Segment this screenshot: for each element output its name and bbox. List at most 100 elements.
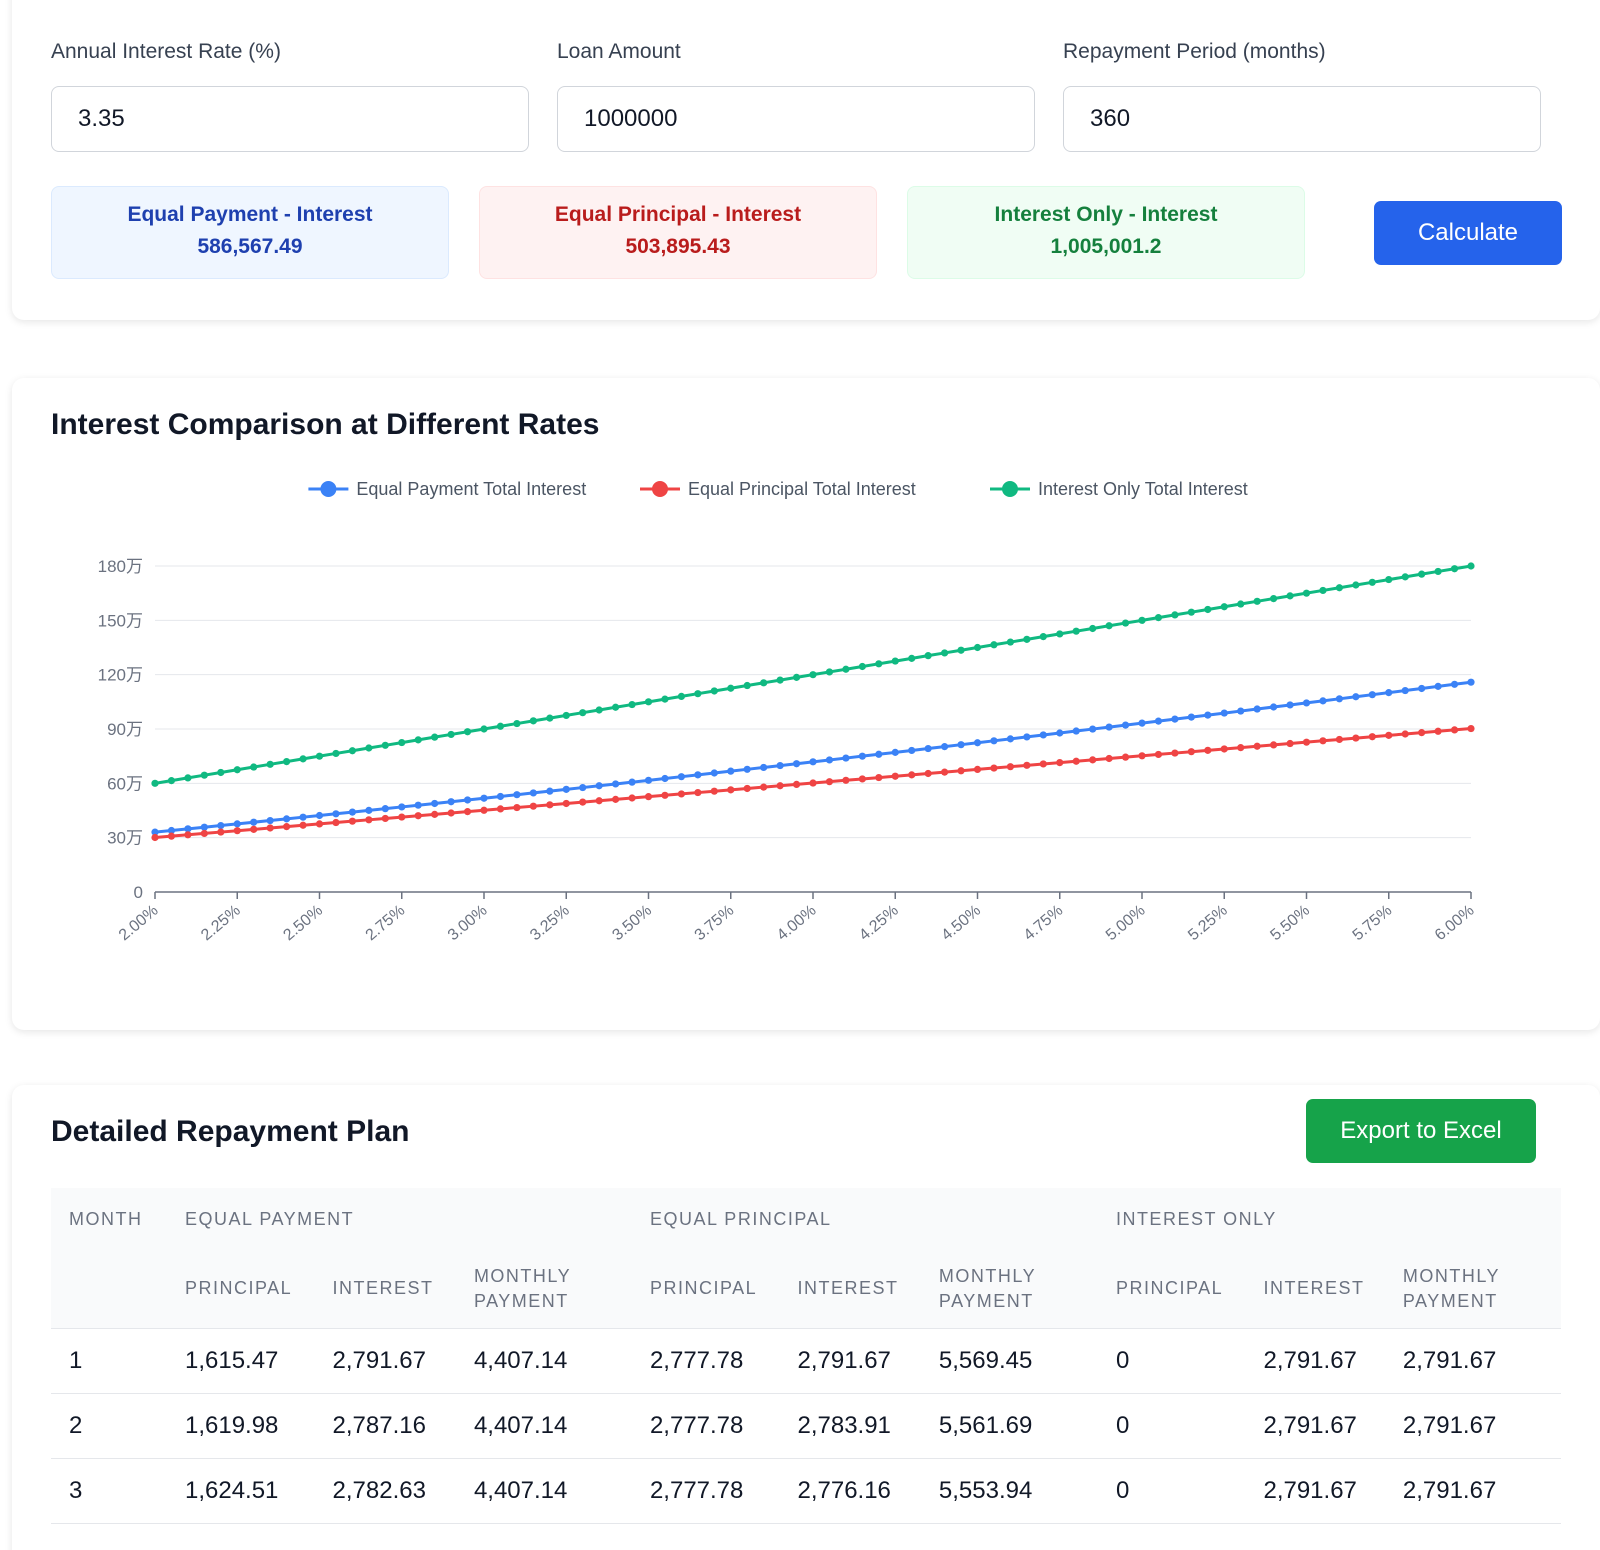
header-epr-interest: Interest <box>779 1250 921 1328</box>
x-tick-label: 5.75% <box>1350 902 1396 944</box>
series-point-1 <box>776 782 784 790</box>
header-io-principal: Principal <box>1097 1250 1246 1328</box>
series-point-2 <box>1270 595 1278 603</box>
table-cell: 1,615.47 <box>166 1327 315 1393</box>
x-tick-label: 3.00% <box>445 902 491 944</box>
series-point-1 <box>1434 727 1442 735</box>
rate-input[interactable]: 3.35 <box>51 86 529 152</box>
y-tick-label: 60万 <box>107 774 143 793</box>
series-point-2 <box>1154 614 1163 622</box>
series-point-1 <box>480 806 488 814</box>
series-point-0 <box>760 763 768 772</box>
series-point-0 <box>1302 699 1311 707</box>
series-point-2 <box>1302 589 1311 597</box>
series-point-1 <box>1335 735 1343 744</box>
series-point-2 <box>250 763 258 771</box>
series-point-2 <box>743 681 751 690</box>
series-point-0 <box>973 739 982 747</box>
interest-only-result-value: 1,005,001.2 <box>1050 235 1162 258</box>
series-point-1 <box>1023 761 1031 769</box>
table-cell: 3 <box>51 1457 167 1524</box>
series-point-0 <box>579 783 587 792</box>
series-point-0 <box>463 796 472 804</box>
series-point-0 <box>1089 725 1097 733</box>
series-point-0 <box>875 750 883 758</box>
period-input[interactable]: 360 <box>1063 86 1541 152</box>
series-point-0 <box>1418 684 1426 693</box>
series-point-2 <box>858 662 866 671</box>
series-point-1 <box>529 802 537 810</box>
table-cell: 2,791.67 <box>314 1327 456 1393</box>
amount-input[interactable]: 1000000 <box>557 86 1035 152</box>
series-point-2 <box>151 779 159 787</box>
x-tick-label: 5.50% <box>1267 902 1313 944</box>
table-cell: 4,407.14 <box>455 1392 632 1458</box>
x-tick-label: 2.50% <box>280 902 326 944</box>
series-point-2 <box>365 744 373 752</box>
series-point-0 <box>1319 697 1327 705</box>
series-point-1 <box>414 812 422 820</box>
series-point-0 <box>1385 689 1393 697</box>
calculate-button[interactable]: Calculate <box>1374 201 1562 265</box>
series-point-1 <box>496 805 505 813</box>
series-point-2 <box>677 692 686 700</box>
header-equal-payment: Equal Payment <box>166 1188 632 1250</box>
series-point-1 <box>875 773 883 782</box>
series-point-1 <box>562 799 570 808</box>
series-point-2 <box>546 714 554 722</box>
series-point-1 <box>1138 752 1146 760</box>
series-point-0 <box>858 752 866 760</box>
series-point-2 <box>908 654 916 662</box>
series-point-1 <box>1237 744 1245 752</box>
series-point-0 <box>891 748 899 756</box>
series-point-0 <box>644 776 653 784</box>
series-point-1 <box>1187 748 1195 756</box>
export-excel-button[interactable]: Export to Excel <box>1306 1099 1536 1163</box>
legend-marker-1 <box>652 481 668 497</box>
series-point-1 <box>957 767 965 775</box>
series-point-1 <box>1270 741 1278 749</box>
table-cell: 0 <box>1097 1457 1246 1524</box>
series-point-2 <box>283 758 291 766</box>
series-point-2 <box>1368 578 1376 586</box>
equal-principal-result-value: 503,895.43 <box>625 235 731 258</box>
series-point-0 <box>562 785 570 793</box>
series-point-1 <box>1056 758 1064 767</box>
series-point-1 <box>990 764 998 772</box>
series-point-2 <box>1467 562 1475 570</box>
series-point-2 <box>414 736 422 744</box>
series-point-0 <box>283 815 291 823</box>
series-point-0 <box>315 811 324 820</box>
table-cell: 1,624.51 <box>166 1457 315 1524</box>
series-point-0 <box>431 799 439 808</box>
series-point-2 <box>513 719 521 728</box>
table-cell: 2,791.67 <box>1384 1392 1561 1458</box>
series-point-1 <box>842 776 850 784</box>
series-point-1 <box>463 808 472 816</box>
amount-field-group: Loan Amount 1000000 <box>557 40 1035 152</box>
table-title: Detailed Repayment Plan <box>51 1115 410 1148</box>
series-point-0 <box>1286 701 1294 709</box>
series-point-2 <box>266 760 274 768</box>
series-point-2 <box>200 771 208 779</box>
series-point-2 <box>1039 633 1047 641</box>
header-io-monthly: Monthly Payment <box>1384 1250 1561 1328</box>
series-point-0 <box>1450 680 1459 688</box>
series-point-2 <box>381 741 389 749</box>
y-tick-label: 90万 <box>107 720 143 739</box>
series-point-1 <box>1302 738 1311 746</box>
series-point-1 <box>151 833 159 842</box>
series-point-0 <box>1105 723 1113 731</box>
series-point-0 <box>348 808 356 816</box>
x-tick-label: 6.00% <box>1432 902 1478 944</box>
table-cell: 2,791.67 <box>1384 1457 1561 1524</box>
series-point-0 <box>332 810 340 818</box>
series-point-2 <box>480 725 488 733</box>
table-cell: 1,619.98 <box>166 1392 315 1458</box>
series-point-2 <box>595 706 603 714</box>
series-point-1 <box>727 786 735 794</box>
series-point-2 <box>1401 573 1409 581</box>
series-point-1 <box>1368 733 1376 741</box>
series-point-1 <box>167 832 176 840</box>
series-point-1 <box>1204 746 1212 754</box>
